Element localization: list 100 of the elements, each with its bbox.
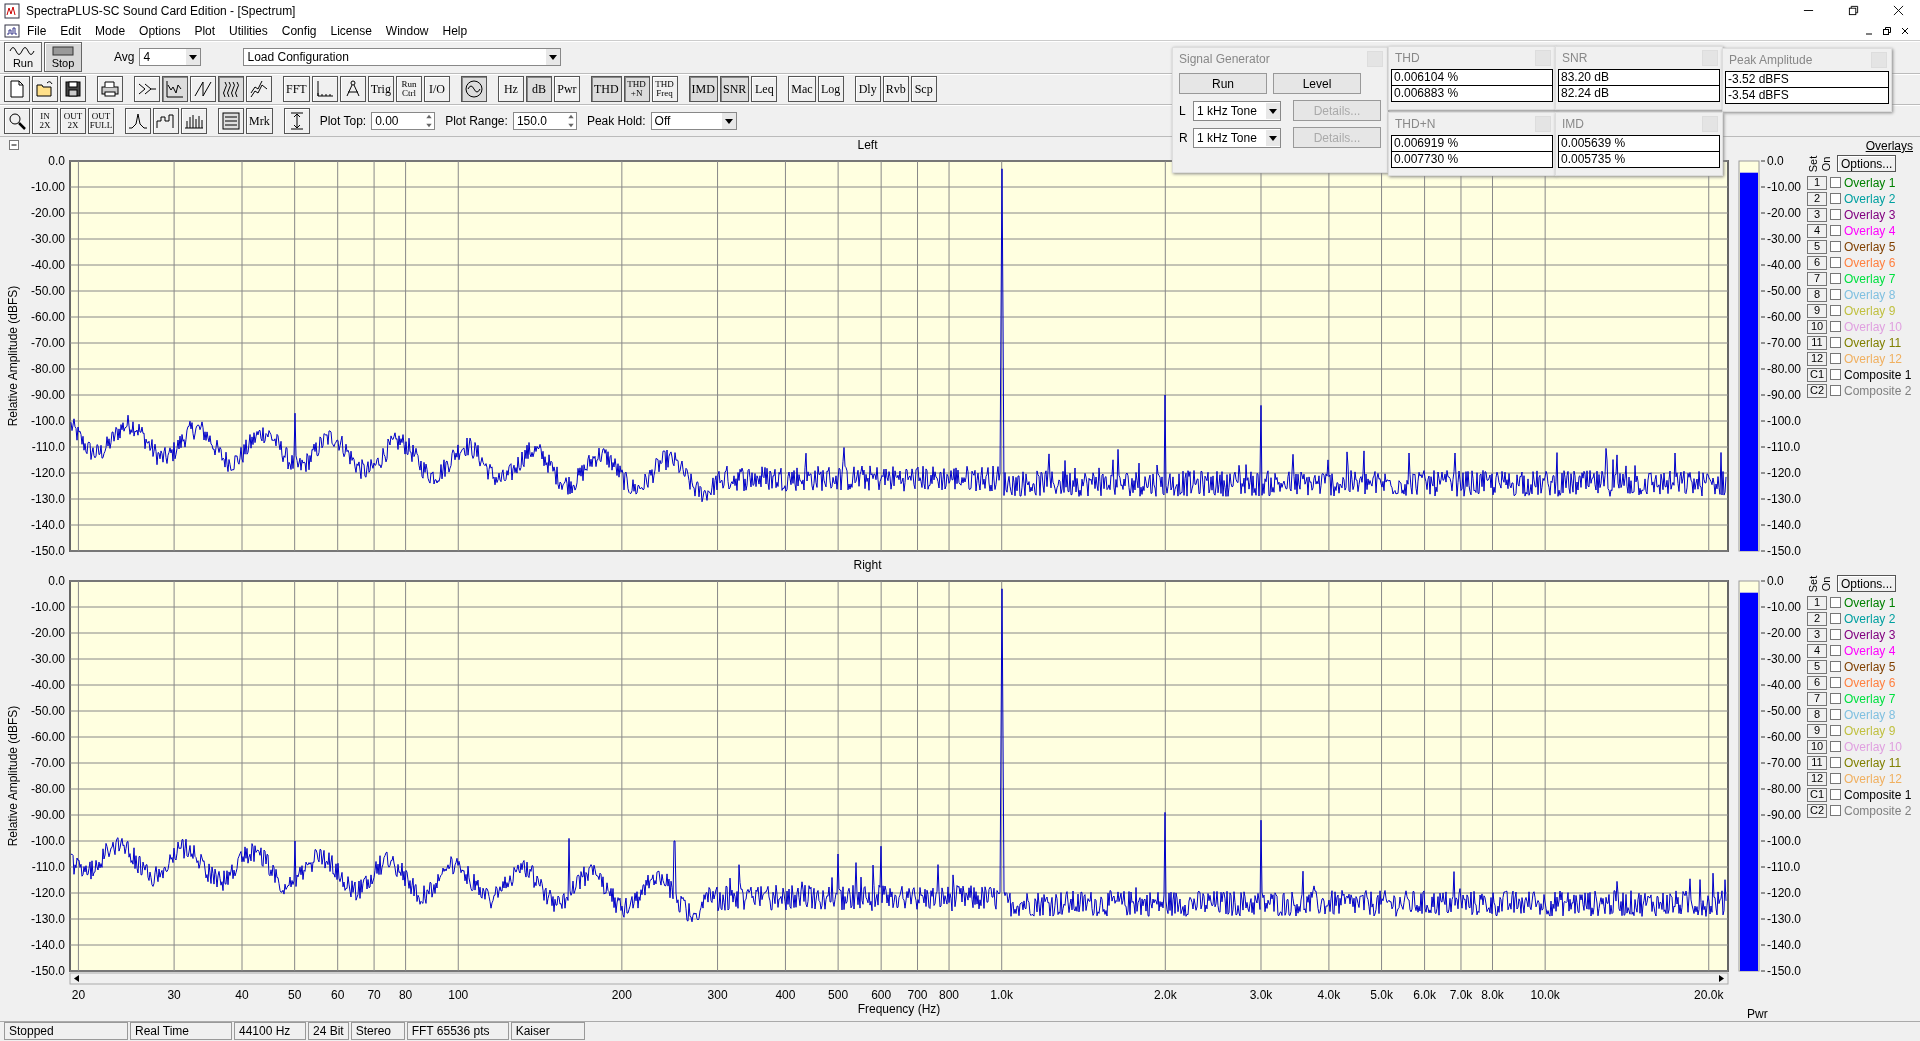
overlay-checkbox[interactable] <box>1830 177 1841 189</box>
toolbar-button[interactable] <box>246 76 272 103</box>
toolbar-button[interactable] <box>181 108 207 135</box>
toolbar-button[interactable]: THD +N <box>623 76 650 103</box>
set-button[interactable]: 1 <box>1807 595 1827 610</box>
close-icon[interactable] <box>1900 25 1910 36</box>
toolbar-button[interactable]: Mac <box>788 76 816 103</box>
overlay-checkbox[interactable] <box>1830 741 1841 753</box>
overlay-checkbox[interactable] <box>1830 709 1841 721</box>
overlay-checkbox[interactable] <box>1830 805 1841 817</box>
close-icon[interactable] <box>1893 5 1904 16</box>
avg-select[interactable]: 4 <box>139 48 202 67</box>
toolbar-button[interactable] <box>32 76 58 103</box>
overlay-checkbox[interactable] <box>1830 757 1841 769</box>
toolbar-button[interactable] <box>190 76 216 103</box>
set-button[interactable]: 9 <box>1807 723 1827 738</box>
overlay-checkbox[interactable] <box>1830 597 1841 609</box>
stop-button[interactable]: Stop <box>44 42 82 73</box>
menu-item[interactable]: Plot <box>187 23 223 38</box>
overlay-checkbox[interactable] <box>1830 385 1841 397</box>
overlay-checkbox[interactable] <box>1830 273 1841 285</box>
toolbar-button[interactable] <box>134 76 160 103</box>
overlay-checkbox[interactable] <box>1830 677 1841 689</box>
menu-item[interactable]: Options <box>132 23 188 38</box>
set-button[interactable]: 11 <box>1807 755 1827 770</box>
toolbar-button[interactable] <box>460 76 487 103</box>
set-button[interactable]: 8 <box>1807 707 1827 722</box>
menu-item[interactable]: File <box>20 23 54 38</box>
generator-run-button[interactable]: Run <box>1179 73 1267 94</box>
set-button[interactable]: 4 <box>1807 643 1827 658</box>
toolbar-button[interactable]: Rvb <box>882 76 909 103</box>
toolbar-button[interactable]: Hz <box>497 76 524 103</box>
toolbar-button[interactable]: I/O <box>423 76 450 103</box>
toolbar-button[interactable] <box>153 108 179 135</box>
menu-item[interactable]: Edit <box>53 23 89 38</box>
overlay-checkbox[interactable] <box>1830 209 1841 221</box>
toolbar-button[interactable] <box>311 76 338 103</box>
toolbar-button[interactable]: Pwr <box>553 76 580 103</box>
toolbar-button[interactable] <box>4 76 30 103</box>
configuration-select[interactable]: Load Configuration <box>243 48 562 67</box>
peak-hold-select[interactable]: Off <box>650 112 737 131</box>
overlay-checkbox[interactable] <box>1830 369 1841 381</box>
overlay-checkbox[interactable] <box>1830 241 1841 253</box>
toolbar-button[interactable]: OUT 2X <box>60 108 86 135</box>
set-button[interactable]: 7 <box>1807 271 1827 286</box>
toolbar-button[interactable]: FFT <box>283 76 310 103</box>
set-button[interactable]: C1 <box>1807 367 1827 382</box>
toolbar-button[interactable]: THD <box>590 76 622 103</box>
toolbar-button[interactable]: Run Ctrl <box>395 76 422 103</box>
overlay-checkbox[interactable] <box>1830 789 1841 801</box>
collapse-icon[interactable] <box>9 139 19 150</box>
toolbar-button[interactable]: dB <box>525 76 552 103</box>
set-button[interactable]: 6 <box>1807 255 1827 270</box>
menu-item[interactable]: License <box>323 23 379 38</box>
toolbar-button[interactable] <box>162 76 188 103</box>
set-button[interactable]: C1 <box>1807 787 1827 802</box>
overlay-checkbox[interactable] <box>1830 305 1841 317</box>
overlay-checkbox[interactable] <box>1830 773 1841 785</box>
set-button[interactable]: 3 <box>1807 207 1827 222</box>
overlay-checkbox[interactable] <box>1830 613 1841 625</box>
toolbar-button[interactable] <box>339 76 366 103</box>
overlay-checkbox[interactable] <box>1830 193 1841 205</box>
restore-icon[interactable] <box>1882 25 1892 36</box>
menu-item[interactable]: Help <box>435 23 475 38</box>
toolbar-button[interactable]: Scp <box>910 76 937 103</box>
overlay-checkbox[interactable] <box>1830 225 1841 237</box>
level-button[interactable]: Level <box>1273 73 1361 94</box>
set-button[interactable]: 2 <box>1807 191 1827 206</box>
overlay-checkbox[interactable] <box>1830 353 1841 365</box>
options-button[interactable]: Options... <box>1837 575 1897 593</box>
set-button[interactable]: 10 <box>1807 739 1827 754</box>
set-button[interactable]: 10 <box>1807 319 1827 334</box>
toolbar-button[interactable]: IMD <box>688 76 718 103</box>
toolbar-button[interactable]: Leq <box>751 76 778 103</box>
plot-range-field[interactable]: 150.0 <box>512 112 577 131</box>
horizontal-scrollbar[interactable] <box>69 972 1729 985</box>
toolbar-button[interactable]: Trig <box>367 76 394 103</box>
menu-item[interactable]: Utilities <box>222 23 275 38</box>
toolbar-button[interactable] <box>218 108 244 135</box>
set-button[interactable]: 7 <box>1807 691 1827 706</box>
overlay-checkbox[interactable] <box>1830 661 1841 673</box>
overlay-checkbox[interactable] <box>1830 725 1841 737</box>
overlay-checkbox[interactable] <box>1830 257 1841 269</box>
menu-item[interactable]: Config <box>274 23 324 38</box>
overlay-checkbox[interactable] <box>1830 629 1841 641</box>
run-button[interactable]: Run <box>4 42 42 73</box>
plot-top-field[interactable]: 0.00 <box>371 112 436 131</box>
toolbar-button[interactable]: OUT FULL <box>88 108 114 135</box>
toolbar-button[interactable] <box>60 76 86 103</box>
toolbar-button[interactable] <box>218 76 244 103</box>
toolbar-button[interactable]: THD Freq <box>651 76 678 103</box>
overlay-checkbox[interactable] <box>1830 337 1841 349</box>
set-button[interactable]: C2 <box>1807 383 1827 398</box>
set-button[interactable]: 2 <box>1807 611 1827 626</box>
set-button[interactable]: 1 <box>1807 175 1827 190</box>
set-button[interactable]: 12 <box>1807 771 1827 786</box>
set-button[interactable]: 6 <box>1807 675 1827 690</box>
set-button[interactable]: 4 <box>1807 223 1827 238</box>
set-button[interactable]: 9 <box>1807 303 1827 318</box>
toolbar-button[interactable]: SNR <box>719 76 750 103</box>
